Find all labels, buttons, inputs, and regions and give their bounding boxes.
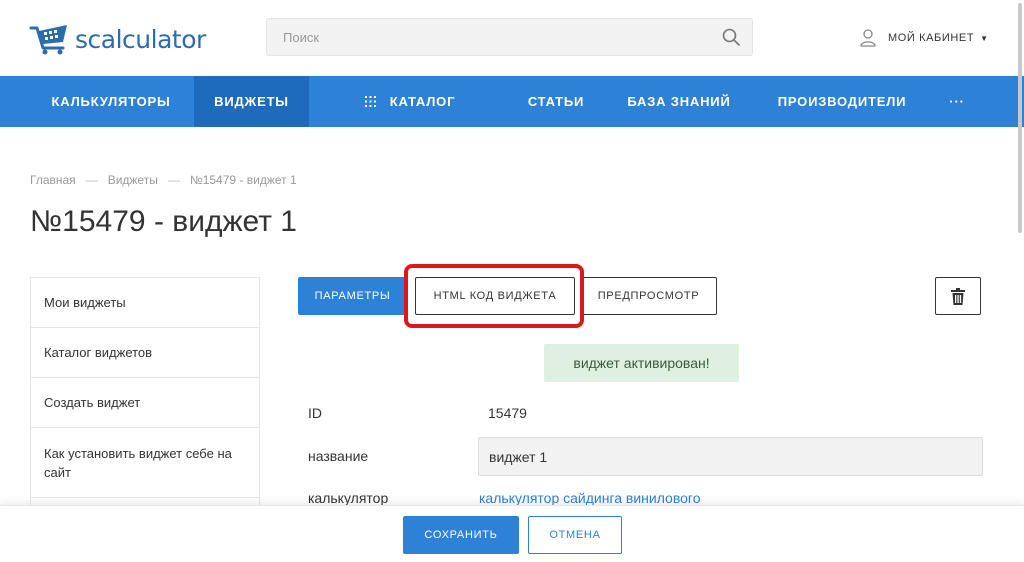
- alert-text: виджет активирован!: [573, 355, 710, 371]
- tab-label: ПАРАМЕТРЫ: [314, 290, 391, 302]
- more-dots-icon: ···: [949, 94, 965, 109]
- breadcrumb-separator: —: [167, 173, 180, 187]
- user-icon: [860, 29, 876, 47]
- main-nav: КАЛЬКУЛЯТОРЫ ВИДЖЕТЫ КАТАЛОГ СТАТЬИ БАЗА…: [0, 76, 1024, 127]
- nav-item-label: БАЗА ЗНАНИЙ: [627, 94, 731, 109]
- page-scrollbar[interactable]: [1017, 0, 1024, 240]
- nav-item-label: ПРОИЗВОДИТЕЛИ: [777, 94, 907, 109]
- nav-item-label: КАТАЛОГ: [389, 94, 456, 109]
- breadcrumb: Главная — Виджеты — №15479 - виджет 1: [30, 173, 297, 187]
- logo-text: scalculator: [75, 24, 206, 54]
- caret-down-icon: ▼: [980, 33, 989, 43]
- delete-button[interactable]: [935, 277, 981, 315]
- calculator-label: калькулятор: [308, 490, 389, 506]
- nav-item-manufacturers[interactable]: ПРОИЗВОДИТЕЛИ: [760, 76, 924, 127]
- breadcrumb-separator: —: [85, 173, 98, 187]
- nav-item-articles[interactable]: СТАТЬИ: [508, 76, 604, 127]
- name-input[interactable]: [478, 437, 983, 476]
- cabinet-label: МОЙ КАБИНЕТ: [888, 32, 975, 44]
- save-label: СОХРАНИТЬ: [424, 529, 498, 541]
- search-icon[interactable]: [722, 28, 740, 46]
- sidebar-item-create-widget[interactable]: Создать виджет: [31, 378, 259, 428]
- nav-item-widgets[interactable]: ВИДЖЕТЫ: [194, 76, 309, 127]
- breadcrumb-widgets[interactable]: Виджеты: [108, 173, 158, 187]
- save-button[interactable]: СОХРАНИТЬ: [403, 516, 519, 554]
- cancel-button[interactable]: ОТМЕНА: [528, 516, 622, 554]
- sidebar-item-label: Каталог виджетов: [44, 345, 153, 360]
- status-alert: виджет активирован!: [544, 344, 739, 382]
- highlight-annotation: [404, 264, 584, 328]
- sidebar-item-my-widgets[interactable]: Мои виджеты: [31, 278, 259, 328]
- scrollbar-thumb[interactable]: [1018, 3, 1022, 233]
- grid-icon: [364, 96, 376, 107]
- breadcrumb-home[interactable]: Главная: [30, 173, 76, 187]
- nav-item-knowledge-base[interactable]: БАЗА ЗНАНИЙ: [612, 76, 746, 127]
- trash-icon: [951, 287, 965, 305]
- my-cabinet-menu[interactable]: МОЙ КАБИНЕТ ▼: [860, 29, 989, 47]
- calculator-link[interactable]: калькулятор сайдинга винилового: [479, 490, 701, 506]
- search-box: [266, 18, 753, 56]
- form-footer: СОХРАНИТЬ ОТМЕНА: [0, 505, 1024, 562]
- sidebar-item-label: Создать виджет: [44, 395, 141, 410]
- id-value: 15479: [488, 405, 527, 421]
- sidebar-item-widget-catalog[interactable]: Каталог виджетов: [31, 328, 259, 378]
- nav-item-calculators[interactable]: КАЛЬКУЛЯТОРЫ: [30, 76, 192, 127]
- nav-item-label: СТАТЬИ: [527, 94, 585, 109]
- site-logo[interactable]: scalculator: [29, 22, 206, 56]
- page-title: №15479 - виджет 1: [30, 205, 297, 238]
- sidebar-item-install-guide[interactable]: Как установить виджет себе на сайт: [31, 428, 259, 498]
- sidebar-item-label: Мои виджеты: [44, 295, 126, 310]
- calculator-cart-logo-icon: [29, 25, 67, 55]
- search-input[interactable]: [267, 19, 707, 55]
- tab-parameters[interactable]: ПАРАМЕТРЫ: [298, 277, 407, 315]
- nav-item-label: КАЛЬКУЛЯТОРЫ: [51, 94, 171, 109]
- nav-more-button[interactable]: ···: [936, 76, 978, 127]
- tab-preview[interactable]: ПРЕДПРОСМОТР: [580, 277, 717, 315]
- breadcrumb-current: №15479 - виджет 1: [189, 173, 297, 187]
- nav-item-catalog[interactable]: КАТАЛОГ: [340, 76, 480, 127]
- sidebar-menu: Мои виджеты Каталог виджетов Создать вид…: [30, 277, 260, 518]
- site-header: scalculator МОЙ КАБИНЕТ ▼: [0, 0, 1024, 76]
- nav-item-label: ВИДЖЕТЫ: [214, 94, 289, 109]
- tab-label: ПРЕДПРОСМОТР: [597, 290, 700, 302]
- sidebar-item-label: Как установить виджет себе на сайт: [44, 445, 232, 480]
- id-label: ID: [308, 405, 322, 421]
- cancel-label: ОТМЕНА: [549, 529, 601, 541]
- name-label: название: [308, 448, 369, 464]
